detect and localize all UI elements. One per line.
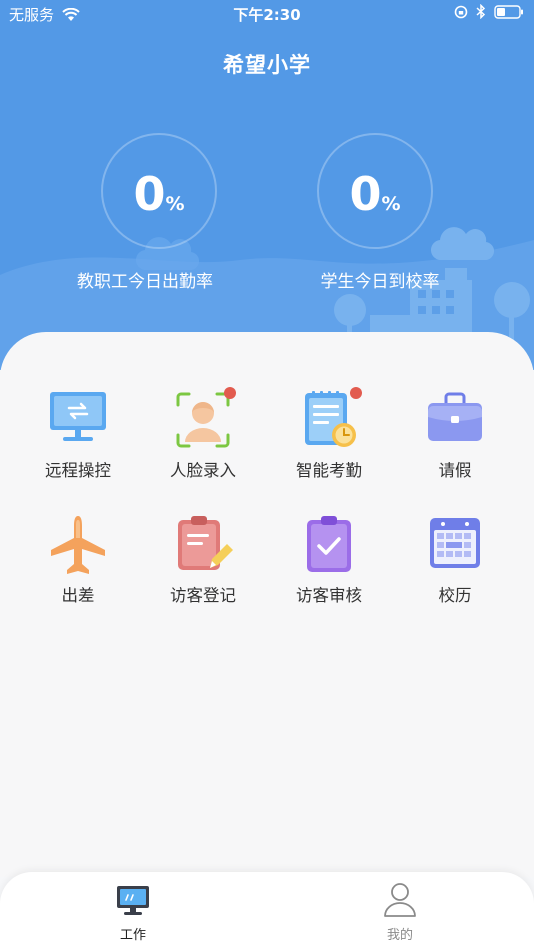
calendar-icon bbox=[430, 518, 480, 568]
grid-item-label: 远程操控 bbox=[45, 461, 111, 480]
grid-item-label: 校历 bbox=[438, 586, 472, 605]
grid-item-remote-control[interactable]: 远程操控 bbox=[18, 389, 138, 481]
clipboard-edit-icon bbox=[178, 516, 233, 570]
grid-item-label: 访客登记 bbox=[170, 586, 236, 605]
function-panel: 远程操控 人脸录入 智能考勤 请假 出差 访客登记 访客审核 校历 bbox=[0, 332, 534, 877]
grid-item-visitor-review[interactable]: 访客审核 bbox=[269, 514, 389, 606]
hero-header: 无服务 下午2:30 希望小学 0% 教职工今日出勤率 0% 学生今日到校率 bbox=[0, 0, 534, 370]
grid-item-label: 人脸录入 bbox=[170, 461, 236, 480]
page-title: 希望小学 bbox=[223, 53, 311, 77]
student-arrival-gauge: 0% bbox=[317, 133, 433, 249]
briefcase-icon bbox=[428, 392, 482, 441]
monitor-switch-icon bbox=[50, 392, 106, 441]
student-arrival-unit: % bbox=[381, 193, 401, 215]
student-arrival-label: 学生今日到校率 bbox=[320, 272, 440, 292]
tab-work[interactable]: 工作 bbox=[93, 882, 173, 943]
grid-item-leave[interactable]: 请假 bbox=[395, 389, 515, 481]
bottom-tab-bar: 工作 我的 bbox=[0, 872, 534, 950]
staff-attendance-unit: % bbox=[165, 193, 185, 215]
face-scan-icon bbox=[176, 392, 230, 448]
grid-item-smart-attendance[interactable]: 智能考勤 bbox=[269, 387, 389, 481]
user-icon bbox=[384, 883, 416, 917]
status-bar: 无服务 下午2:30 bbox=[0, 0, 534, 28]
rotation-lock-icon bbox=[454, 5, 468, 18]
grid-item-label: 出差 bbox=[61, 586, 95, 605]
airplane-icon bbox=[51, 516, 105, 574]
battery-icon bbox=[494, 4, 523, 19]
tab-label: 工作 bbox=[119, 928, 146, 943]
clipboard-check-icon bbox=[307, 516, 351, 572]
grid-item-label: 访客审核 bbox=[296, 586, 362, 605]
bluetooth-icon bbox=[476, 4, 486, 19]
staff-attendance-value: 0 bbox=[133, 167, 166, 221]
grid-item-visitor-registration[interactable]: 访客登记 bbox=[143, 514, 263, 606]
desktop-icon bbox=[117, 886, 149, 915]
grid-item-face-enrollment[interactable]: 人脸录入 bbox=[143, 387, 263, 481]
grid-item-business-trip[interactable]: 出差 bbox=[18, 514, 138, 606]
notification-badge bbox=[224, 387, 236, 399]
grid-item-label: 智能考勤 bbox=[296, 461, 362, 480]
tab-mine[interactable]: 我的 bbox=[360, 882, 440, 943]
attendance-clock-icon bbox=[305, 391, 356, 447]
staff-attendance-label: 教职工今日出勤率 bbox=[77, 272, 213, 292]
grid-item-label: 请假 bbox=[438, 461, 472, 480]
tab-label: 我的 bbox=[386, 928, 413, 943]
grid-item-school-calendar[interactable]: 校历 bbox=[395, 514, 515, 606]
notification-badge bbox=[350, 387, 362, 399]
student-arrival-value: 0 bbox=[349, 167, 382, 221]
staff-attendance-gauge: 0% bbox=[101, 133, 217, 249]
